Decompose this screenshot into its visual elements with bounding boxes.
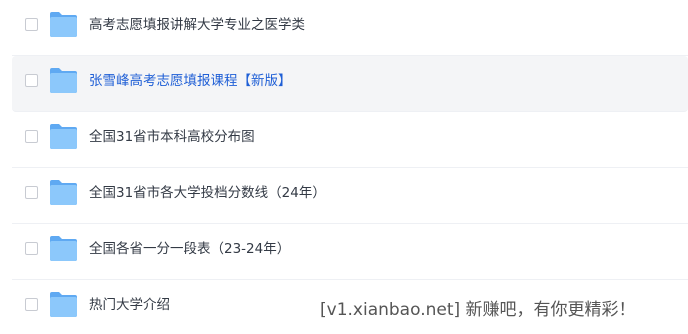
file-list: 高考志愿填报讲解大学专业之医学类 张雪峰高考志愿填报课程【新版】 全国31省市本… [12,0,688,334]
row-checkbox[interactable] [25,186,38,199]
folder-icon [49,66,78,94]
folder-icon [49,122,78,150]
file-row[interactable]: 全国各省一分一段表（23-24年） [12,224,688,280]
file-row[interactable]: 高考志愿填报讲解大学专业之医学类 [12,0,688,56]
file-row[interactable]: 张雪峰高考志愿填报课程【新版】 [12,56,688,112]
file-name[interactable]: 高考志愿填报讲解大学专业之医学类 [89,16,305,34]
file-name[interactable]: 全国31省市各大学投档分数线（24年） [89,184,326,202]
file-name[interactable]: 全国各省一分一段表（23-24年） [89,240,290,258]
row-checkbox[interactable] [25,74,38,87]
watermark-text: [v1.xianbao.net] 新赚吧，有你更精彩！ [318,298,638,322]
row-checkbox[interactable] [25,298,38,311]
file-browser: 高考志愿填报讲解大学专业之医学类 张雪峰高考志愿填报课程【新版】 全国31省市本… [0,0,688,334]
folder-icon [49,178,78,206]
row-checkbox[interactable] [25,130,38,143]
row-checkbox[interactable] [25,242,38,255]
folder-icon [49,10,78,38]
file-row[interactable]: 全国31省市本科高校分布图 [12,112,688,168]
file-name[interactable]: 热门大学介绍 [89,296,170,314]
folder-icon [49,290,78,318]
file-name[interactable]: 张雪峰高考志愿填报课程【新版】 [89,72,292,90]
row-checkbox[interactable] [25,18,38,31]
folder-icon [49,234,78,262]
file-row[interactable]: 全国31省市各大学投档分数线（24年） [12,168,688,224]
file-name[interactable]: 全国31省市本科高校分布图 [89,128,255,146]
